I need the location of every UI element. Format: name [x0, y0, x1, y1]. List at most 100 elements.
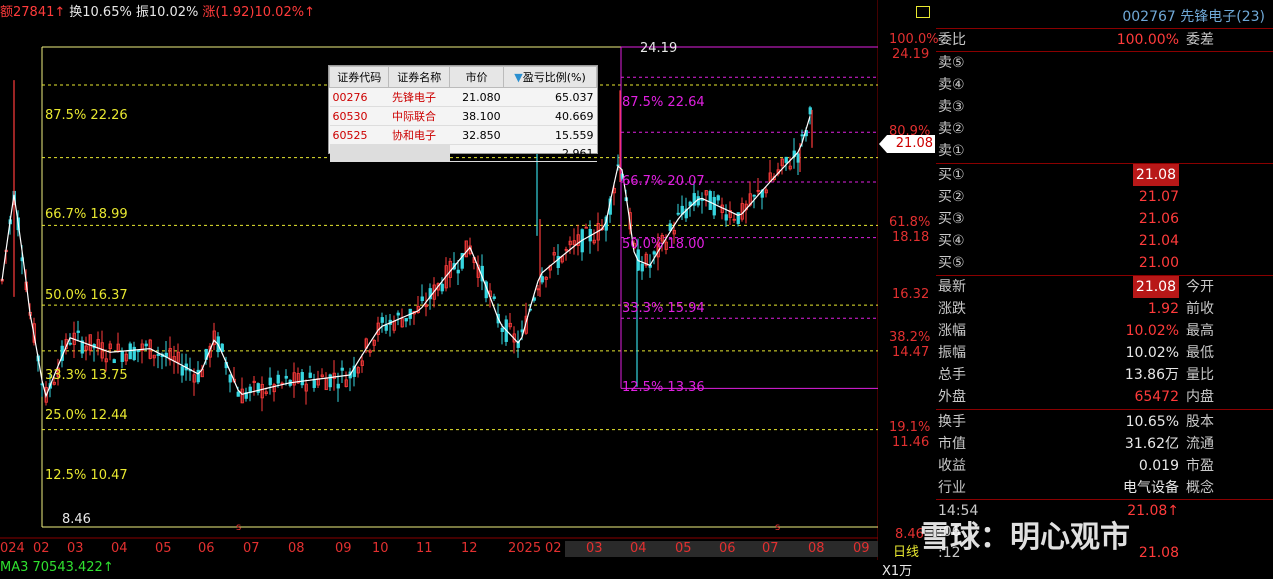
stat-value: 1.92: [1147, 301, 1179, 317]
sell-level-label: 卖④: [938, 77, 965, 93]
tick-price: 21.08↑: [1127, 503, 1179, 519]
candle-body: [312, 380, 316, 388]
holdings-table: 证券代码 证券名称 市价 ▼盈亏比例(%) 00276 先锋电子 21.080 …: [328, 66, 597, 162]
candle-body: [156, 353, 160, 356]
amount-label: 额27841↑: [0, 5, 66, 20]
table-header-row: 证券代码 证券名称 市价 ▼盈亏比例(%): [328, 66, 597, 88]
x-tick-label: 08: [808, 541, 825, 556]
buy-row[interactable]: 买③ 21.06: [936, 208, 1273, 230]
axis-pct-label: 100.0%: [889, 32, 939, 47]
axis-pct-label: 19.1%: [889, 420, 931, 435]
cell-price: [449, 144, 504, 162]
buy-price: 21.04: [1138, 233, 1179, 249]
x-tick-label: 02: [33, 541, 50, 556]
sell-level-label: 卖③: [938, 99, 965, 115]
sell-row[interactable]: 卖④: [936, 74, 1273, 96]
table-row[interactable]: 00276 先锋电子 21.080 65.037: [329, 87, 597, 107]
period-selector[interactable]: 日线: [893, 541, 919, 560]
buy-row[interactable]: 买⑤ 21.00: [936, 252, 1273, 274]
cell-code: 60525: [329, 125, 389, 145]
buy-level-label: 买⑤: [938, 255, 965, 271]
x-tick-label: 04: [630, 541, 647, 556]
cell-price: 21.080: [449, 87, 504, 107]
candle-body: [120, 350, 124, 362]
candle-body: [112, 359, 116, 364]
sell-level-label: 卖①: [938, 143, 965, 159]
col-header-price[interactable]: 市价: [449, 66, 505, 88]
stat-row: 换手 10.65% 股本: [936, 411, 1273, 433]
candle-body: [328, 374, 332, 388]
candle-body: [500, 327, 504, 332]
axis-price-label: 16.32: [892, 287, 930, 302]
candle-body: [736, 212, 740, 224]
fib-left-label: 12.5% 10.47: [45, 468, 128, 483]
candle-body: [228, 374, 232, 383]
buy-row[interactable]: 买② 21.07: [936, 186, 1273, 208]
candle-body: [144, 343, 148, 347]
candle-body: [540, 276, 544, 283]
cell-price: 38.100: [449, 106, 504, 126]
high-price-label: 24.19: [640, 41, 678, 56]
stat-right-label: 最低: [1186, 345, 1214, 361]
cell-code: [329, 144, 389, 162]
cell-name: 中际联合: [388, 106, 450, 126]
col-header-code[interactable]: 证券代码: [328, 66, 390, 88]
stat-label: 外盘: [938, 389, 966, 405]
x-tick-label: 03: [67, 541, 84, 556]
table-row[interactable]: 2.961: [329, 144, 597, 162]
stat-row: 振幅 10.02% 最低: [936, 342, 1273, 364]
cell-pnl: 65.037: [503, 87, 597, 107]
buy-row[interactable]: 买④ 21.04: [936, 230, 1273, 252]
candle-body: [380, 317, 384, 323]
sell-row[interactable]: 卖③: [936, 96, 1273, 118]
stat-value: 21.08: [1132, 276, 1179, 298]
stat-row[interactable]: 行业 电气设备 概念: [936, 477, 1273, 499]
axis-pct-label: 38.2%: [889, 330, 931, 345]
x-tick-label: 05: [155, 541, 172, 556]
sell-row[interactable]: 卖②: [936, 118, 1273, 140]
candle-body: [492, 296, 496, 299]
cell-price: 32.850: [449, 125, 504, 145]
candle-body: [276, 374, 280, 384]
buy-row[interactable]: 买① 21.08: [936, 164, 1273, 186]
col-header-pnl[interactable]: ▼盈亏比例(%): [503, 66, 597, 88]
stat-right-label: 前收: [1186, 301, 1214, 317]
sell-row[interactable]: 卖①: [936, 140, 1273, 162]
candle-body: [300, 372, 304, 386]
col-header-name[interactable]: 证券名称: [388, 66, 451, 88]
sell-row[interactable]: 卖⑤: [936, 52, 1273, 74]
buy-level-label: 买①: [938, 167, 965, 183]
candle-body: [708, 191, 712, 210]
weibi-row: 委比 100.00% 委差: [936, 29, 1273, 51]
stat-row: 外盘 65472 内盘: [936, 386, 1273, 408]
table-row[interactable]: 60525 协和电子 32.850 15.559: [329, 125, 597, 145]
weibi-label: 委比: [938, 32, 966, 48]
cell-pnl: 2.961: [503, 144, 597, 162]
last-price-tag: 21.08: [879, 135, 935, 153]
cell-name: 协和电子: [388, 125, 450, 145]
stat-right-label: 股本: [1186, 414, 1214, 430]
candle-body: [716, 195, 720, 201]
x-tick-label: 10: [372, 541, 389, 556]
x-tick-label: 04: [111, 541, 128, 556]
cell-code: 60530: [329, 106, 389, 126]
candle-body: [800, 134, 804, 137]
amplitude-label: 振10.02%: [135, 5, 199, 20]
table-row[interactable]: 60530 中际联合 38.100 40.669: [329, 106, 597, 126]
stat-right-label: 概念: [1186, 480, 1214, 496]
axis-price-label: 24.19: [892, 47, 930, 62]
maximize-icon[interactable]: [916, 6, 930, 18]
candle-body: [796, 153, 800, 163]
axis-price-label: 11.46: [892, 435, 930, 450]
candle-body: [784, 156, 788, 163]
buy-level-label: 买②: [938, 189, 965, 205]
buy-level-label: 买③: [938, 211, 965, 227]
candle-body: [68, 342, 72, 345]
cell-name: [388, 144, 450, 162]
stat-right-label: 最高: [1186, 323, 1214, 339]
holdings-popup[interactable]: 证券代码 证券名称 市价 ▼盈亏比例(%) 00276 先锋电子 21.080 …: [328, 65, 598, 162]
buy-level-label: 买④: [938, 233, 965, 249]
ma-indicator-label: MA3 70543.422↑: [0, 560, 114, 575]
stat-label: 收益: [938, 458, 966, 474]
stat-row: 涨幅 10.02% 最高: [936, 320, 1273, 342]
